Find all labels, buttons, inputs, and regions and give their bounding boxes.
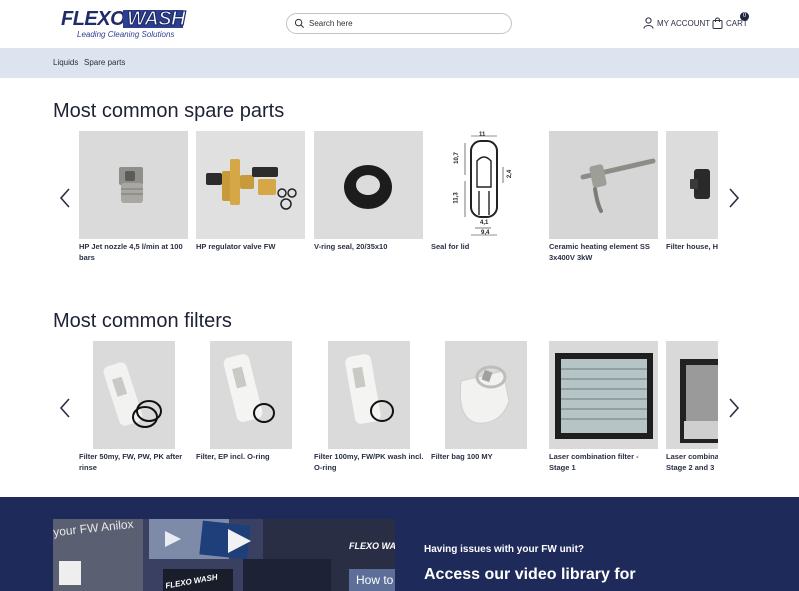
product-name[interactable]: Seal for lid: [431, 241, 541, 252]
product-image[interactable]: [196, 131, 305, 239]
filters-next-arrow-icon[interactable]: [727, 397, 741, 419]
filters-title: Most common filters: [53, 310, 232, 332]
video-thumbnail[interactable]: your FW Anilox FLEXO WAS FLEXO WASH How …: [53, 519, 395, 591]
site-header: FLEXO WASH Leading Cleaning Solutions MY…: [0, 0, 799, 48]
panel-filter-icon: [555, 353, 653, 439]
panel-filter-icon: [680, 359, 718, 443]
spare-parts-carousel: HP Jet nozzle 4,5 l/min at 100 bars HP r…: [79, 131, 718, 271]
filter-cartridge-icon: [345, 354, 394, 424]
product-image[interactable]: [549, 341, 658, 449]
dim-label: 11: [479, 132, 486, 138]
product-image[interactable]: [196, 341, 305, 449]
product-image[interactable]: [314, 131, 423, 239]
spare-parts-title: Most common spare parts: [53, 100, 285, 122]
product-name[interactable]: HP Jet nozzle 4,5 l/min at 100 bars: [79, 241, 189, 263]
cart-count-badge: 0: [740, 12, 749, 21]
filters-prev-arrow-icon[interactable]: [58, 397, 72, 419]
filter-cartridge-icon: [223, 354, 275, 423]
search-box: [286, 13, 512, 34]
product-image[interactable]: [549, 131, 658, 239]
breadcrumb: Liquids Spare parts: [0, 48, 799, 78]
product-name[interactable]: Laser combination filter - Stage 1: [549, 451, 659, 473]
logo-primary: FLEXO: [61, 8, 126, 30]
filter-house-icon: [690, 169, 710, 199]
breadcrumb-spare-parts[interactable]: Spare parts: [84, 58, 125, 67]
my-account-link[interactable]: MY ACCOUNT: [643, 16, 710, 30]
logo-tagline: Leading Cleaning Solutions: [77, 30, 175, 39]
dim-label: 2,4: [507, 169, 514, 179]
dim-label: 10,7: [453, 152, 460, 164]
product-name[interactable]: Filter 50my, FW, PW, PK after rinse: [79, 451, 189, 473]
cart-link[interactable]: CART 0: [712, 12, 749, 30]
product-image[interactable]: [666, 341, 718, 449]
dim-label: 9,4: [481, 230, 490, 236]
product-name[interactable]: Ceramic heating element SS 3x400V 3kW: [549, 241, 659, 263]
search-input[interactable]: [309, 16, 505, 31]
account-label: MY ACCOUNT: [657, 18, 711, 28]
product-image[interactable]: [431, 341, 540, 449]
valve-icon: [206, 159, 297, 210]
heating-element-icon: [580, 158, 656, 213]
product-name[interactable]: HP regulator valve FW: [196, 241, 306, 252]
breadcrumb-liquids[interactable]: Liquids: [53, 58, 78, 67]
product-image[interactable]: 11 10,7 2,4 11,3 4,1 9,4: [431, 131, 540, 239]
video-access-heading: Access our video library for: [424, 566, 636, 583]
dim-label: 11,3: [453, 192, 460, 204]
user-icon: [643, 17, 654, 29]
video-issue-text: Having issues with your FW unit?: [424, 544, 585, 555]
search-icon[interactable]: [294, 18, 305, 29]
ring-seal-icon: [344, 165, 392, 209]
product-image[interactable]: [666, 131, 718, 239]
filter-cartridge-icon: [103, 362, 162, 428]
video-thumb-text: FLEXO WAS: [349, 541, 395, 551]
filters-carousel: Filter 50my, FW, PW, PK after rinse Filt…: [79, 341, 718, 481]
product-name[interactable]: Laser combination filter - Stage 2 and 3: [666, 451, 718, 473]
spare-parts-next-arrow-icon[interactable]: [727, 187, 741, 209]
spare-parts-prev-arrow-icon[interactable]: [58, 187, 72, 209]
product-image[interactable]: [79, 341, 188, 449]
product-name[interactable]: V-ring seal, 20/35x10: [314, 241, 424, 252]
video-thumb-text: How to: [356, 573, 394, 587]
product-name[interactable]: Filter house, HP: [666, 241, 718, 252]
cart-bag-icon: [712, 17, 723, 29]
filter-bag-icon: [459, 365, 510, 424]
nozzle-icon: [119, 167, 143, 203]
product-name[interactable]: Filter, EP incl. O-ring: [196, 451, 306, 462]
dim-label: 4,1: [480, 220, 489, 226]
logo-secondary: WASH: [126, 8, 186, 30]
flexowash-logo[interactable]: FLEXO WASH Leading Cleaning Solutions: [61, 8, 186, 39]
product-image[interactable]: [314, 341, 423, 449]
product-name[interactable]: Filter 100my, FW/PK wash incl. O-ring: [314, 451, 424, 473]
product-name[interactable]: Filter bag 100 MY: [431, 451, 541, 462]
product-image[interactable]: [79, 131, 188, 239]
